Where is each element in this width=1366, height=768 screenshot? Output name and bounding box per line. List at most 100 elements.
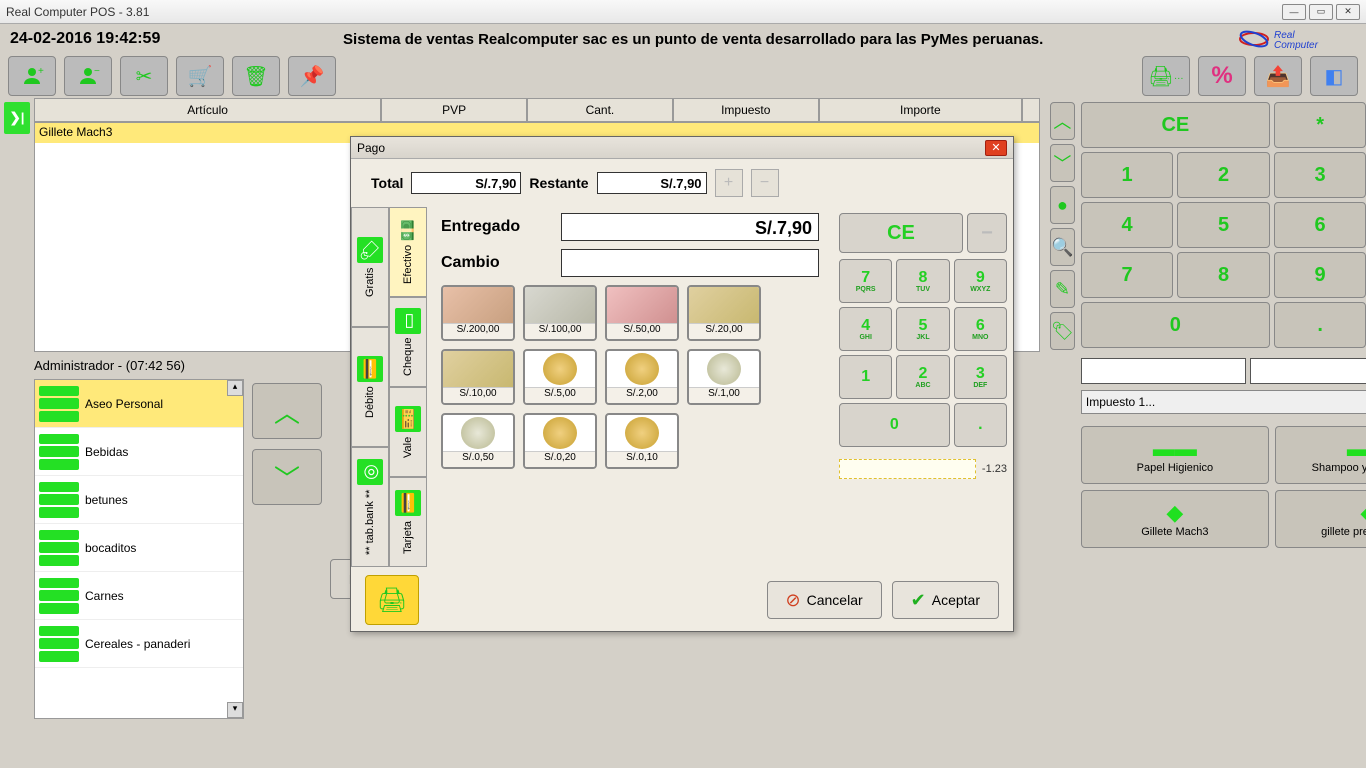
nav-minus-button[interactable]: ●: [1050, 186, 1075, 224]
key-8[interactable]: 8: [1177, 252, 1270, 298]
category-item[interactable]: betunes: [35, 476, 243, 524]
expand-tab-button[interactable]: ❯|: [4, 102, 30, 134]
dlg-display-box[interactable]: [839, 459, 976, 479]
key-4[interactable]: 4: [1081, 202, 1174, 248]
key-7[interactable]: 7: [1081, 252, 1174, 298]
denom-button[interactable]: S/.200,00: [441, 285, 515, 341]
dlg-key-2[interactable]: 2ABC: [896, 355, 949, 399]
product-button[interactable]: ◆gillete prest barb3H: [1275, 490, 1366, 548]
col-impuesto[interactable]: Impuesto: [673, 98, 819, 122]
print-button[interactable]: 🖨 …: [1142, 56, 1190, 96]
cut-button[interactable]: ✂: [120, 56, 168, 96]
payment-tab-vale[interactable]: Vale🎫: [389, 387, 427, 477]
scroll-up-icon[interactable]: ▴: [227, 380, 243, 396]
scroll-down-icon[interactable]: ▾: [227, 702, 243, 718]
nav-down-button[interactable]: ﹀: [1050, 144, 1075, 182]
dlg-key-0[interactable]: 0: [839, 403, 950, 447]
dlg-key-ce[interactable]: CE: [839, 213, 963, 253]
cat-up-button[interactable]: ︿: [252, 383, 322, 439]
key-ce[interactable]: CE: [1081, 102, 1270, 148]
maximize-button[interactable]: ▭: [1309, 4, 1333, 20]
dlg-key-minus[interactable]: −: [967, 213, 1007, 253]
nav-zoom-button[interactable]: 🔍: [1050, 228, 1075, 266]
percent-button[interactable]: %: [1198, 56, 1246, 96]
denom-label: S/.5,00: [525, 387, 595, 403]
dlg-key-3[interactable]: 3DEF: [954, 355, 1007, 399]
denom-button[interactable]: S/.20,00: [687, 285, 761, 341]
category-list[interactable]: ▴ Aseo Personal Bebidas betunesbocaditosCa…: [34, 379, 244, 719]
key-3[interactable]: 3: [1274, 152, 1366, 198]
payment-tab-gratis[interactable]: Gratis🏷: [351, 207, 389, 327]
dlg-key-7[interactable]: 7PQRS: [839, 259, 892, 303]
payment-tab-cheque[interactable]: Cheque▭: [389, 297, 427, 387]
denom-button[interactable]: S/.0,20: [523, 413, 597, 469]
key-dot[interactable]: .: [1274, 302, 1366, 348]
payment-tab-tarjeta[interactable]: Tarjeta💳: [389, 477, 427, 567]
key-2[interactable]: 2: [1177, 152, 1270, 198]
nav-tag-button[interactable]: 🏷: [1050, 312, 1075, 350]
category-item[interactable]: Carnes: [35, 572, 243, 620]
denom-button[interactable]: S/.0,10: [605, 413, 679, 469]
tax-select[interactable]: Impuesto 1...: [1081, 390, 1366, 414]
cart-button[interactable]: 🛒: [176, 56, 224, 96]
dlg-key-dot[interactable]: .: [954, 403, 1007, 447]
key-9[interactable]: 9: [1274, 252, 1366, 298]
display-input-1[interactable]: [1081, 358, 1246, 384]
dialog-close-button[interactable]: ✕: [985, 140, 1007, 156]
delivered-label: Entregado: [441, 218, 551, 236]
dlg-key-1[interactable]: 1: [839, 355, 892, 399]
dialog-print-button[interactable]: 🖨: [365, 575, 419, 625]
remove-user-button[interactable]: −: [64, 56, 112, 96]
col-pvp[interactable]: PVP: [381, 98, 527, 122]
key-0[interactable]: 0: [1081, 302, 1270, 348]
denom-button[interactable]: S/.1,00: [687, 349, 761, 405]
product-button[interactable]: ▬▬Papel Higienico: [1081, 426, 1269, 484]
minimize-button[interactable]: —: [1282, 4, 1306, 20]
nav-up-button[interactable]: ︿: [1050, 102, 1075, 140]
denom-button[interactable]: S/.100,00: [523, 285, 597, 341]
category-label: Bebidas: [85, 445, 128, 459]
denom-button[interactable]: S/.2,00: [605, 349, 679, 405]
nav-edit-button[interactable]: ✎: [1050, 270, 1075, 308]
key-5[interactable]: 5: [1177, 202, 1270, 248]
denom-button[interactable]: S/.0,50: [441, 413, 515, 469]
denom-button[interactable]: S/.5,00: [523, 349, 597, 405]
category-item[interactable]: Aseo Personal: [35, 380, 243, 428]
dlg-key-4[interactable]: 4GHI: [839, 307, 892, 351]
pin-button[interactable]: 📌: [288, 56, 336, 96]
key-6[interactable]: 6: [1274, 202, 1366, 248]
denom-button[interactable]: S/.50,00: [605, 285, 679, 341]
payment-tab-dbito[interactable]: Débito💳: [351, 327, 389, 447]
eraser-button[interactable]: ◧: [1310, 56, 1358, 96]
category-item[interactable]: bocaditos: [35, 524, 243, 572]
total-plus-button[interactable]: +: [715, 169, 743, 197]
category-swatch-icon: [39, 626, 79, 662]
marquee-text: Sistema de ventas Realcomputer sac es un…: [160, 31, 1226, 48]
key-star[interactable]: *: [1274, 102, 1366, 148]
delete-button[interactable]: 🗑: [232, 56, 280, 96]
add-user-button[interactable]: +: [8, 56, 56, 96]
payment-tab-efectivo[interactable]: Efectivo💵: [389, 207, 427, 297]
denom-button[interactable]: S/.10,00: [441, 349, 515, 405]
col-articulo[interactable]: Artículo: [34, 98, 381, 122]
display-input-2[interactable]: [1250, 358, 1366, 384]
product-button[interactable]: ◆Gillete Mach3: [1081, 490, 1269, 548]
dlg-key-5[interactable]: 5JKL: [896, 307, 949, 351]
delivered-value[interactable]: S/.7,90: [561, 213, 819, 241]
key-1[interactable]: 1: [1081, 152, 1174, 198]
category-item[interactable]: Cereales - panaderi: [35, 620, 243, 668]
dlg-key-8[interactable]: 8TUV: [896, 259, 949, 303]
total-minus-button[interactable]: −: [751, 169, 779, 197]
dlg-key-9[interactable]: 9WXYZ: [954, 259, 1007, 303]
payment-tab-tabbank[interactable]: ** tab.bank **◎: [351, 447, 389, 567]
export-button[interactable]: 📤: [1254, 56, 1302, 96]
close-button[interactable]: ✕: [1336, 4, 1360, 20]
col-importe[interactable]: Importe: [819, 98, 1022, 122]
col-cant[interactable]: Cant.: [527, 98, 673, 122]
accept-button[interactable]: ✔Aceptar: [892, 581, 999, 619]
category-item[interactable]: Bebidas: [35, 428, 243, 476]
dlg-key-6[interactable]: 6MNO: [954, 307, 1007, 351]
product-button[interactable]: ▬▬Shampoo y acondicio...: [1275, 426, 1366, 484]
cat-down-button[interactable]: ﹀: [252, 449, 322, 505]
cancel-button[interactable]: ⊘Cancelar: [767, 581, 882, 619]
